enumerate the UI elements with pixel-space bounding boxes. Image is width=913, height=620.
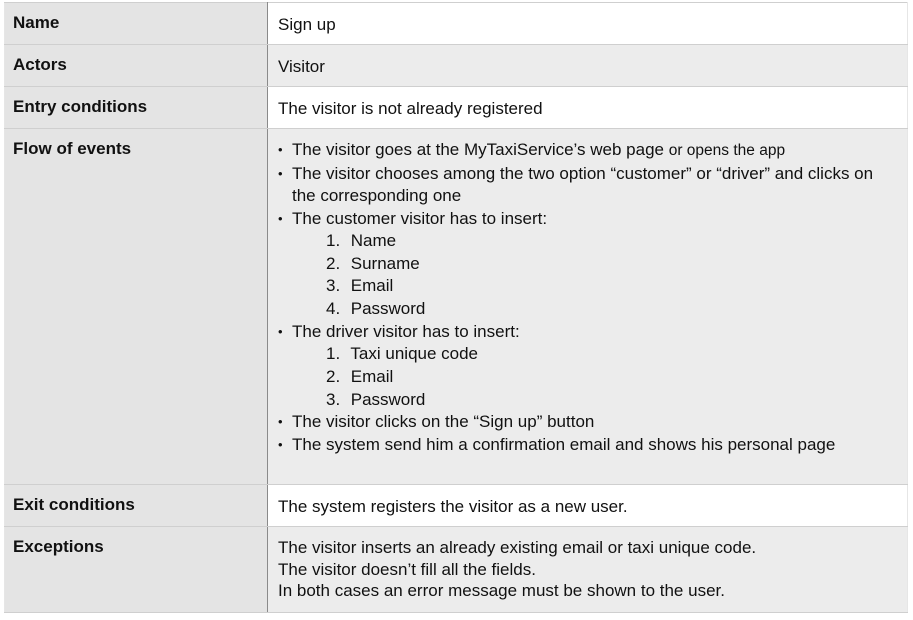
bullet-marker: • — [278, 142, 283, 157]
bullet-marker: • — [278, 323, 283, 339]
list-item-text: Email — [350, 367, 394, 387]
list-number: 2. — [326, 253, 341, 273]
flow-step-text: The driver visitor has to insert: — [292, 321, 520, 341]
flow-step-text-tail: or opens the app — [668, 142, 786, 159]
name-value: Sign up — [267, 2, 908, 45]
list-item-text: Surname — [350, 253, 420, 273]
customer-fields-list: 1. Name 2. Surname 3. Email 4. Password — [292, 230, 897, 321]
flow-step-text: The visitor chooses among the two option… — [292, 163, 874, 206]
list-number: 4. — [326, 299, 341, 319]
exception-line: The visitor inserts an already existing … — [278, 538, 757, 557]
exceptions-label: Exceptions — [4, 526, 268, 613]
exceptions-value: The visitor inserts an already existing … — [267, 526, 908, 613]
bullet-marker: • — [278, 165, 283, 181]
bullet-marker: • — [278, 436, 283, 452]
flow-step-text: The customer visitor has to insert: — [292, 208, 548, 228]
flow-step: • The system send him a confirmation ema… — [278, 434, 897, 457]
use-case-table: Name Sign up Actors Visitor Entry condit… — [4, 2, 908, 613]
flow-step: • The visitor chooses among the two opti… — [278, 163, 897, 208]
list-item-text: Password — [350, 389, 426, 409]
list-number: 3. — [326, 389, 341, 409]
list-item: 1. Taxi unique code — [326, 343, 897, 366]
list-item: 2. Surname — [326, 253, 897, 276]
flow-step: • The customer visitor has to insert: 1.… — [278, 208, 897, 321]
exception-line: The visitor doesn’t fill all the fields. — [278, 559, 536, 579]
flow-step: • The visitor goes at the MyTaxiService’… — [278, 139, 897, 163]
name-label: Name — [4, 2, 268, 45]
entry-conditions-value: The visitor is not already registered — [267, 86, 908, 129]
flow-of-events-label: Flow of events — [4, 128, 268, 485]
driver-fields-list: 1. Taxi unique code 2. Email 3. Password — [292, 343, 897, 411]
list-number: 1. — [326, 231, 341, 250]
row-exceptions: Exceptions The visitor inserts an alread… — [4, 526, 908, 613]
list-number: 3. — [326, 276, 341, 296]
row-actors: Actors Visitor — [4, 44, 908, 87]
row-name: Name Sign up — [4, 2, 908, 45]
list-item-text: Name — [350, 231, 397, 250]
list-number: 1. — [326, 344, 341, 364]
list-item: 3. Password — [326, 389, 897, 412]
actors-label: Actors — [4, 44, 268, 87]
flow-step: • The driver visitor has to insert: 1. T… — [278, 321, 897, 412]
bullet-marker: • — [278, 414, 283, 430]
list-item: 2. Email — [326, 366, 897, 389]
list-item: 1. Name — [326, 230, 897, 253]
list-item: 4. Password — [326, 298, 897, 321]
list-item-text: Password — [350, 299, 426, 319]
row-exit-conditions: Exit conditions The system registers the… — [4, 484, 908, 527]
flow-step-text: The visitor goes at the MyTaxiService’s … — [292, 140, 664, 159]
entry-conditions-label: Entry conditions — [4, 86, 268, 129]
flow-step: • The visitor clicks on the “Sign up” bu… — [278, 411, 897, 434]
exception-line: In both cases an error message must be s… — [278, 581, 725, 600]
row-flow-of-events: Flow of events • The visitor goes at the… — [4, 128, 908, 485]
list-item: 3. Email — [326, 275, 897, 298]
list-item-text: Email — [350, 276, 394, 296]
exit-conditions-label: Exit conditions — [4, 484, 268, 527]
actors-value: Visitor — [267, 44, 908, 87]
flow-step-text: The visitor clicks on the “Sign up” butt… — [292, 412, 595, 432]
list-item-text: Taxi unique code — [350, 344, 479, 364]
exit-conditions-value: The system registers the visitor as a ne… — [267, 484, 908, 527]
flow-step-text: The system send him a confirmation email… — [292, 434, 836, 454]
flow-of-events-value: • The visitor goes at the MyTaxiService’… — [267, 128, 908, 485]
bullet-marker: • — [278, 210, 283, 226]
row-entry-conditions: Entry conditions The visitor is not alre… — [4, 86, 908, 129]
list-number: 2. — [326, 367, 341, 387]
flow-steps-list: • The visitor goes at the MyTaxiService’… — [278, 139, 897, 456]
